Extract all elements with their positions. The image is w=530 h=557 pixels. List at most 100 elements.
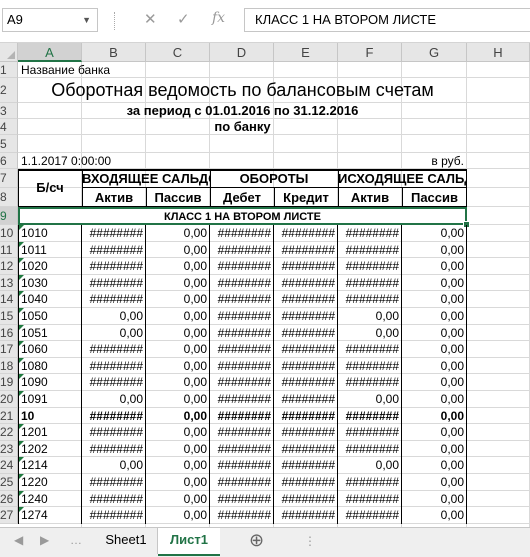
value-cell[interactable]: ######## xyxy=(338,441,402,458)
row-header-14[interactable]: 14 xyxy=(0,291,18,308)
value-cell[interactable]: ######## xyxy=(338,258,402,275)
row-header-24[interactable]: 24 xyxy=(0,457,18,474)
bank-name-label[interactable]: Название банка xyxy=(21,62,110,78)
value-cell[interactable]: 0,00 xyxy=(146,424,210,441)
value-cell[interactable]: ######## xyxy=(274,275,338,292)
value-cell[interactable]: 0,00 xyxy=(82,457,146,474)
report-period[interactable]: за период с 01.01.2016 по 31.12.2016 xyxy=(18,103,467,119)
value-cell[interactable]: 0,00 xyxy=(146,242,210,259)
value-cell[interactable]: 0,00 xyxy=(338,325,402,342)
value-cell[interactable]: 0,00 xyxy=(402,341,467,358)
account-cell[interactable]: 1020 xyxy=(18,258,82,275)
row-header-9[interactable]: 9 xyxy=(0,207,18,225)
value-cell[interactable]: ######## xyxy=(82,225,146,242)
value-cell[interactable]: ######## xyxy=(338,507,402,524)
value-cell[interactable]: ######## xyxy=(274,341,338,358)
row-header-16[interactable]: 16 xyxy=(0,324,18,342)
header-opening-balance[interactable]: ВХОДЯЩЕЕ САЛЬДО xyxy=(82,169,210,188)
value-cell[interactable]: ######## xyxy=(210,358,274,375)
account-cell[interactable]: 1060 xyxy=(18,341,82,358)
value-cell[interactable]: 0,00 xyxy=(402,391,467,408)
row-header-26[interactable]: 26 xyxy=(0,490,18,508)
value-cell[interactable]: ######## xyxy=(338,242,402,259)
value-cell[interactable]: ######## xyxy=(274,507,338,524)
row-header-15[interactable]: 15 xyxy=(0,308,18,325)
value-cell[interactable]: 0,00 xyxy=(402,325,467,342)
value-cell[interactable]: 0,00 xyxy=(402,258,467,275)
column-header-d[interactable]: D xyxy=(210,43,274,62)
value-cell[interactable]: 0,00 xyxy=(402,408,467,425)
value-cell[interactable]: ######## xyxy=(82,291,146,308)
value-cell[interactable]: 0,00 xyxy=(402,275,467,292)
column-header-f[interactable]: F xyxy=(338,43,402,62)
row-header-25[interactable]: 25 xyxy=(0,474,18,491)
value-cell[interactable]: ######## xyxy=(274,308,338,325)
value-cell[interactable]: ######## xyxy=(338,374,402,391)
value-cell[interactable]: 0,00 xyxy=(146,308,210,325)
row-header-27[interactable]: 27 xyxy=(0,507,18,524)
value-cell[interactable]: ######## xyxy=(82,341,146,358)
value-cell[interactable]: ######## xyxy=(274,242,338,259)
value-cell[interactable]: ######## xyxy=(274,441,338,458)
value-cell[interactable]: 0,00 xyxy=(146,441,210,458)
value-cell[interactable]: ######## xyxy=(274,408,338,425)
account-cell[interactable]: 1011 xyxy=(18,242,82,259)
value-cell[interactable]: ######## xyxy=(210,325,274,342)
value-cell[interactable]: 0,00 xyxy=(338,391,402,408)
row-header-22[interactable]: 22 xyxy=(0,424,18,441)
value-cell[interactable]: ######## xyxy=(82,275,146,292)
account-cell[interactable]: 1201 xyxy=(18,424,82,441)
value-cell[interactable]: ######## xyxy=(210,291,274,308)
value-cell[interactable]: ######## xyxy=(210,258,274,275)
value-cell[interactable]: ######## xyxy=(82,507,146,524)
formula-bar-grip[interactable] xyxy=(114,12,117,30)
value-cell[interactable]: 0,00 xyxy=(146,358,210,375)
report-date[interactable]: 1.1.2017 0:00:00 xyxy=(21,153,111,169)
account-cell[interactable]: 1274 xyxy=(18,507,82,524)
value-cell[interactable]: 0,00 xyxy=(146,225,210,242)
value-cell[interactable]: ######## xyxy=(210,424,274,441)
row-header-21[interactable]: 21 xyxy=(0,407,18,425)
value-cell[interactable]: ######## xyxy=(338,424,402,441)
subheader-active-opening[interactable]: Актив xyxy=(82,188,146,207)
value-cell[interactable]: ######## xyxy=(82,374,146,391)
currency-label[interactable]: в руб. xyxy=(403,153,466,169)
value-cell[interactable]: ######## xyxy=(210,308,274,325)
value-cell[interactable]: 0,00 xyxy=(402,308,467,325)
value-cell[interactable]: ######## xyxy=(338,358,402,375)
value-cell[interactable]: 0,00 xyxy=(146,258,210,275)
value-cell[interactable]: ######## xyxy=(274,291,338,308)
value-cell[interactable]: ######## xyxy=(210,507,274,524)
row-header-8[interactable]: 8 xyxy=(0,188,18,207)
value-cell[interactable]: ######## xyxy=(82,491,146,508)
value-cell[interactable]: ######## xyxy=(338,474,402,491)
account-cell[interactable]: 1050 xyxy=(18,308,82,325)
select-all-corner[interactable] xyxy=(0,43,18,62)
value-cell[interactable]: ######## xyxy=(274,391,338,408)
value-cell[interactable]: ######## xyxy=(210,225,274,242)
row-header-10[interactable]: 10 xyxy=(0,225,18,242)
chevron-down-icon[interactable]: ▼ xyxy=(82,9,91,31)
value-cell[interactable]: ######## xyxy=(82,408,146,425)
column-header-h[interactable]: H xyxy=(467,43,530,62)
row-header-23[interactable]: 23 xyxy=(0,440,18,458)
value-cell[interactable]: ######## xyxy=(338,291,402,308)
row-header-2[interactable]: 2 xyxy=(0,78,18,103)
value-cell[interactable]: 0,00 xyxy=(402,491,467,508)
account-cell[interactable]: 10 xyxy=(18,408,82,425)
cancel-icon[interactable]: ✕ xyxy=(144,10,157,28)
value-cell[interactable]: ######## xyxy=(210,391,274,408)
value-cell[interactable]: 0,00 xyxy=(402,242,467,259)
value-cell[interactable]: ######## xyxy=(210,242,274,259)
value-cell[interactable]: ######## xyxy=(82,242,146,259)
value-cell[interactable]: ######## xyxy=(82,441,146,458)
account-cell[interactable]: 1202 xyxy=(18,441,82,458)
subheader-active-closing[interactable]: Актив xyxy=(338,188,402,207)
column-header-g[interactable]: G xyxy=(402,43,467,62)
row-header-4[interactable]: 4 xyxy=(0,119,18,135)
report-scope[interactable]: по банку xyxy=(18,119,467,135)
tab-options-icon[interactable]: … xyxy=(70,533,82,547)
value-cell[interactable]: 0,00 xyxy=(402,225,467,242)
value-cell[interactable]: 0,00 xyxy=(146,391,210,408)
value-cell[interactable]: ######## xyxy=(210,491,274,508)
